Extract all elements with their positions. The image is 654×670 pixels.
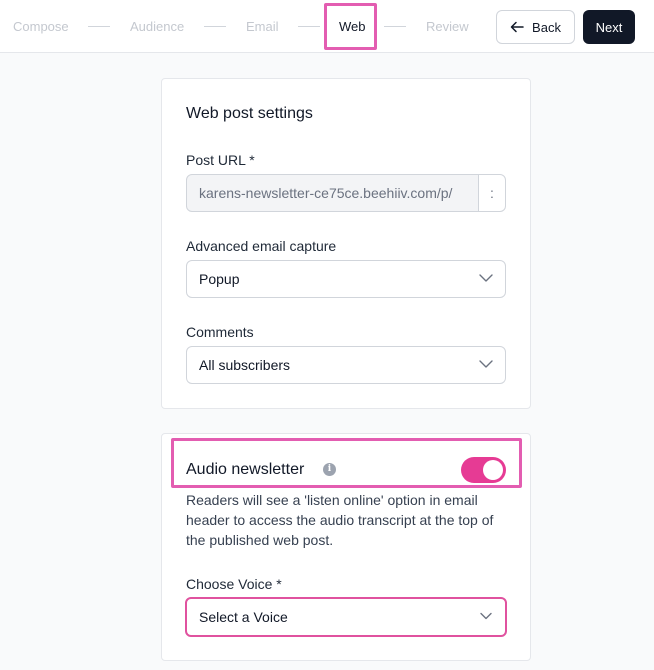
chevron-down-icon xyxy=(479,274,493,282)
arrow-left-icon xyxy=(510,21,524,33)
post-url-field: karens-newsletter-ce75ce.beehiiv.com/p/ … xyxy=(186,174,506,212)
comments-value: All subscribers xyxy=(199,357,291,373)
choose-voice-placeholder: Select a Voice xyxy=(199,609,288,625)
step-audience[interactable]: Audience xyxy=(130,19,184,34)
post-url-input[interactable]: karens-newsletter-ce75ce.beehiiv.com/p/ xyxy=(186,174,479,212)
post-url-label: Post URL * xyxy=(186,152,255,168)
step-email[interactable]: Email xyxy=(246,19,279,34)
toggle-knob xyxy=(483,460,503,480)
step-compose[interactable]: Compose xyxy=(13,19,69,34)
audio-newsletter-toggle[interactable] xyxy=(461,457,506,483)
post-url-slug-input[interactable]: : xyxy=(478,174,506,212)
email-capture-label: Advanced email capture xyxy=(186,238,337,254)
step-review[interactable]: Review xyxy=(426,19,469,34)
web-post-settings-title: Web post settings xyxy=(186,105,313,122)
comments-select[interactable]: All subscribers xyxy=(186,346,506,384)
choose-voice-label: Choose Voice * xyxy=(186,576,282,592)
step-separator xyxy=(88,26,110,27)
chevron-down-icon xyxy=(479,360,493,368)
info-icon[interactable]: i xyxy=(323,463,336,476)
choose-voice-select[interactable]: Select a Voice xyxy=(185,597,507,637)
next-button[interactable]: Next xyxy=(583,10,635,44)
email-capture-value: Popup xyxy=(199,271,240,287)
audio-newsletter-description: Readers will see a 'listen online' optio… xyxy=(186,492,494,548)
step-separator xyxy=(204,26,226,27)
step-web[interactable]: Web xyxy=(339,19,366,34)
chevron-down-icon xyxy=(480,612,492,620)
wizard-header: Compose Audience Email Web Review Back N… xyxy=(0,0,654,53)
comments-label: Comments xyxy=(186,324,254,340)
step-separator xyxy=(298,26,320,27)
step-separator xyxy=(384,26,406,27)
back-button-label: Back xyxy=(532,19,561,35)
email-capture-select[interactable]: Popup xyxy=(186,260,506,298)
audio-newsletter-title: Audio newsletter xyxy=(186,461,305,478)
back-button[interactable]: Back xyxy=(496,10,575,44)
